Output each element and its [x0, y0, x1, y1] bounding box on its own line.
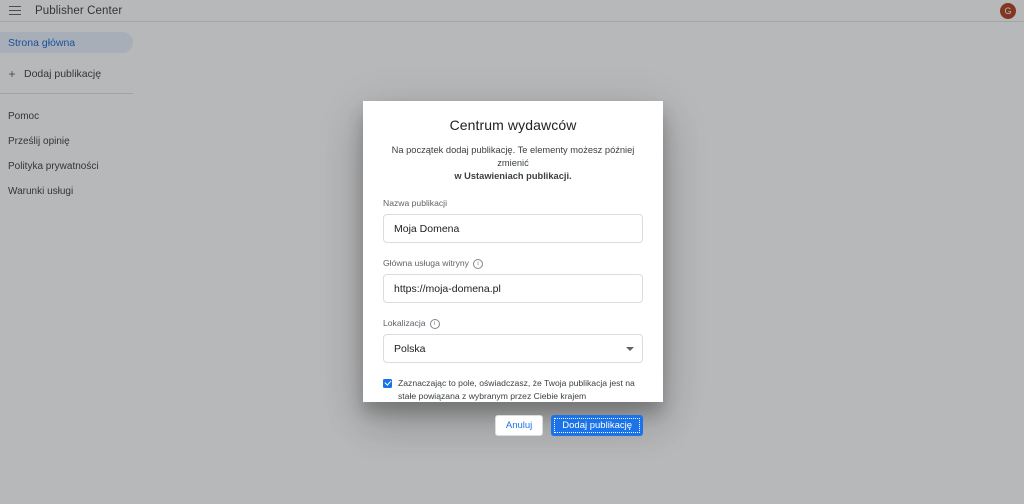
field-publication-name: Nazwa publikacji: [383, 198, 643, 243]
cancel-button[interactable]: Anuluj: [495, 415, 543, 436]
field-location: Lokalizacja i Polska: [383, 318, 643, 363]
consent-label[interactable]: Zaznaczając to pole, oświadczasz, że Two…: [398, 377, 643, 402]
info-icon[interactable]: i: [473, 259, 483, 269]
location-select[interactable]: Polska: [383, 334, 643, 363]
main-site-label: Główna usługa witryny i: [383, 258, 643, 269]
location-label: Lokalizacja i: [383, 318, 643, 329]
label-text: Nazwa publikacji: [383, 198, 447, 209]
location-select-wrap: Polska: [383, 334, 643, 363]
label-text: Główna usługa witryny: [383, 258, 469, 269]
dialog-subtitle: Na początek dodaj publikację. Te element…: [383, 144, 643, 183]
dialog-subtitle-emphasis: w Ustawieniach publikacji.: [454, 171, 571, 181]
main-site-input[interactable]: [383, 274, 643, 303]
publication-name-input[interactable]: [383, 214, 643, 243]
field-main-site: Główna usługa witryny i: [383, 258, 643, 303]
publication-name-label: Nazwa publikacji: [383, 198, 643, 209]
dialog-subtitle-line1: Na początek dodaj publikację. Te element…: [392, 145, 635, 168]
add-publication-button[interactable]: Dodaj publikację: [551, 415, 643, 436]
add-publication-dialog: Centrum wydawców Na początek dodaj publi…: [363, 101, 663, 402]
label-text: Lokalizacja: [383, 318, 426, 329]
info-icon[interactable]: i: [430, 319, 440, 329]
consent-checkbox[interactable]: [383, 379, 392, 388]
dialog-title: Centrum wydawców: [383, 117, 643, 133]
dialog-actions: Anuluj Dodaj publikację: [383, 415, 643, 436]
consent-row: Zaznaczając to pole, oświadczasz, że Two…: [383, 377, 643, 402]
